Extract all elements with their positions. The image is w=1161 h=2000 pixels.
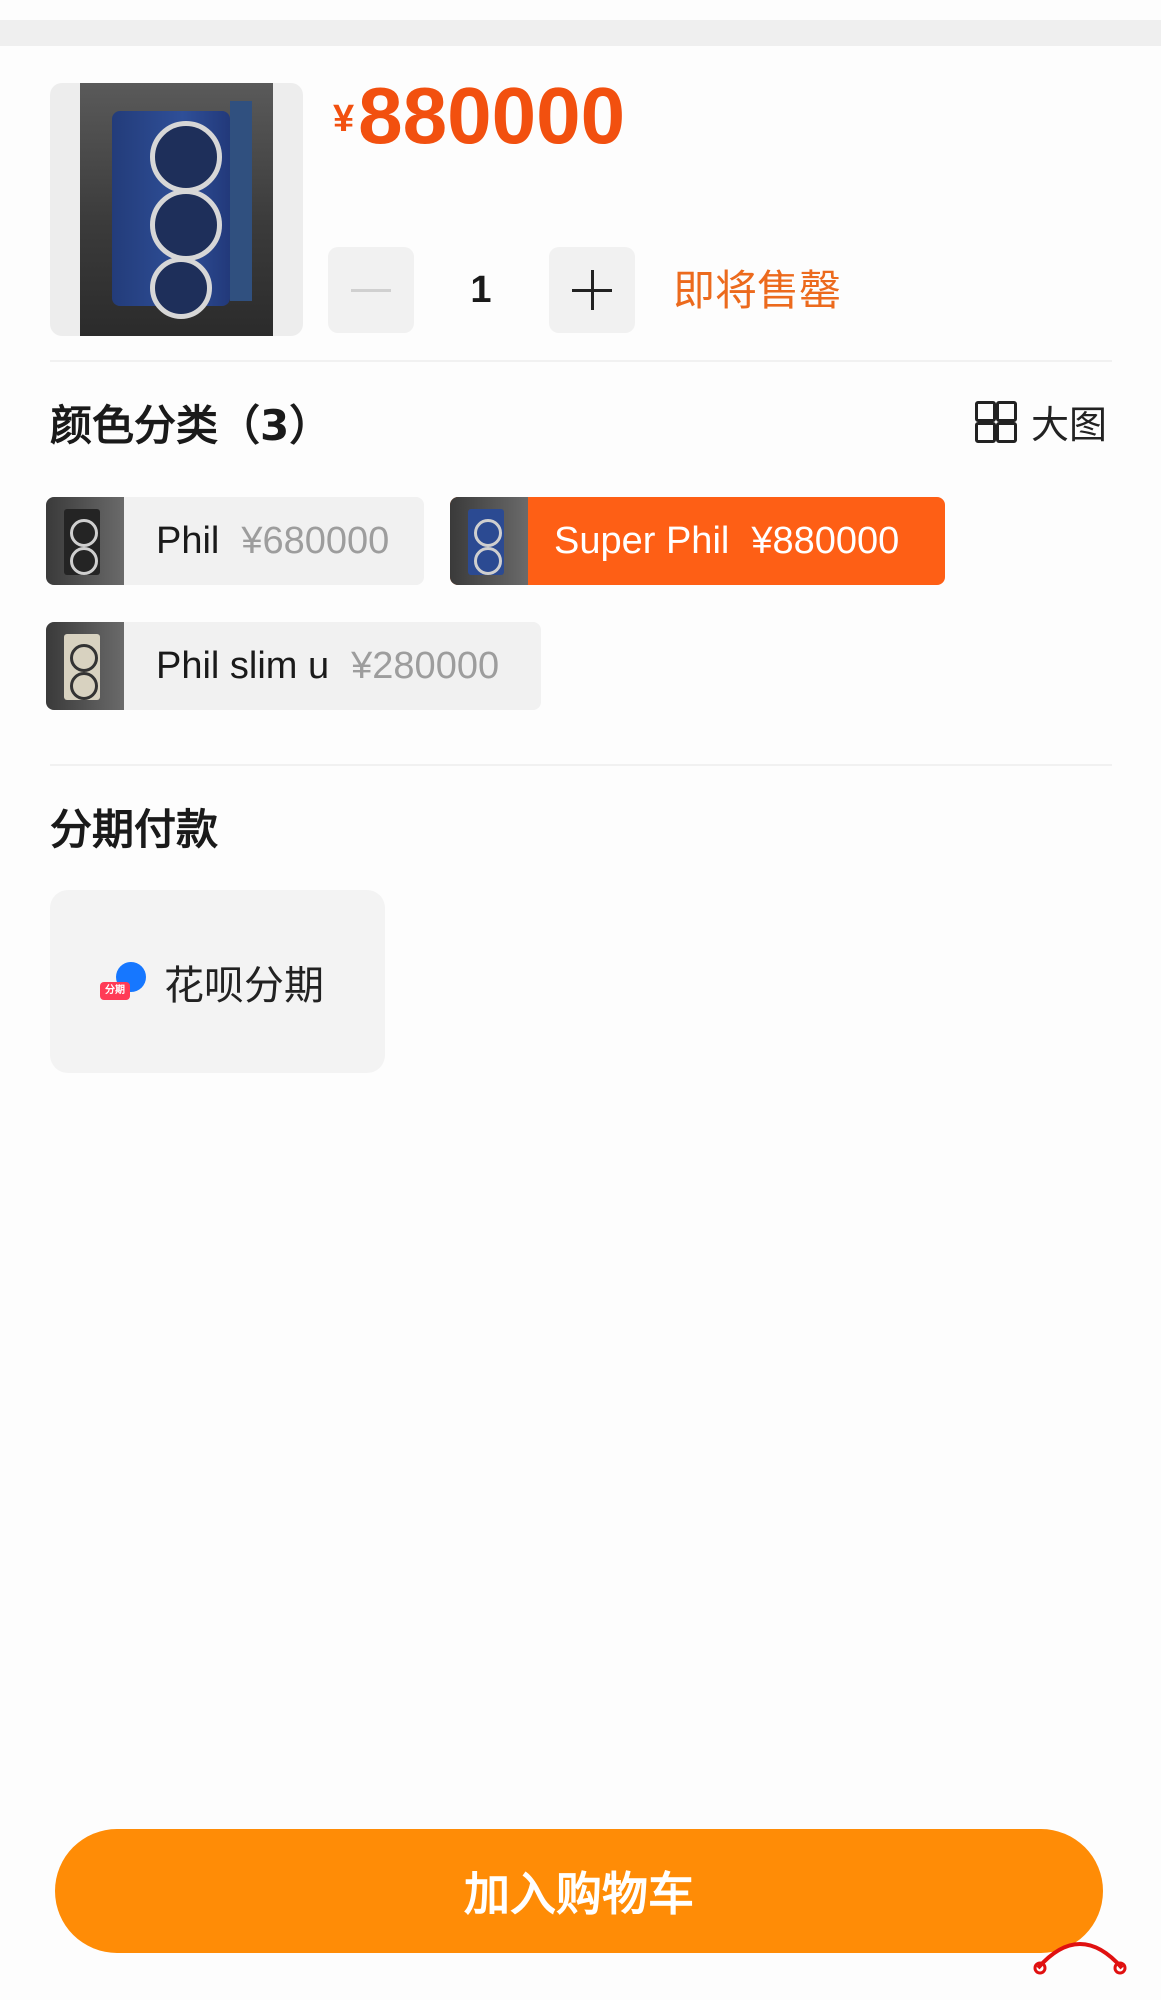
minus-icon bbox=[351, 288, 391, 292]
variant-name: Phil bbox=[156, 519, 220, 562]
price-value: 880000 bbox=[358, 71, 626, 160]
variant-price: ¥280000 bbox=[351, 644, 500, 687]
installment-option-label: 花呗分期 bbox=[164, 962, 324, 1009]
variant-option-super-phil[interactable]: Super Phil ¥880000 bbox=[450, 497, 945, 585]
huabei-installment-option[interactable]: 分期 花呗分期 bbox=[50, 890, 385, 1073]
big-image-label: 大图 bbox=[1031, 402, 1108, 447]
plus-icon bbox=[572, 270, 612, 310]
section-divider bbox=[50, 360, 1112, 362]
variant-thumbnail bbox=[46, 622, 124, 710]
stock-status-label: 即将售罄 bbox=[673, 266, 842, 315]
speaker-photo bbox=[80, 83, 273, 336]
add-to-cart-button[interactable]: 加入购物车 bbox=[55, 1829, 1103, 1953]
variant-option-phil[interactable]: Phil ¥680000 bbox=[46, 497, 424, 585]
installment-section-title: 分期付款 bbox=[50, 805, 219, 854]
variant-thumbnail bbox=[46, 497, 124, 585]
product-price: ¥880000 bbox=[333, 70, 625, 160]
installment-tag: 分期 bbox=[100, 981, 130, 1000]
grid-icon bbox=[975, 401, 1017, 443]
variant-thumbnail bbox=[450, 497, 528, 585]
quantity-decrease-button[interactable] bbox=[328, 247, 414, 333]
product-thumbnail[interactable] bbox=[50, 83, 303, 336]
watermark-logo-icon bbox=[1033, 1942, 1127, 1975]
variant-price: ¥680000 bbox=[241, 519, 390, 562]
variant-name: Phil slim u bbox=[156, 644, 330, 687]
quantity-increase-button[interactable] bbox=[549, 247, 635, 333]
currency-symbol: ¥ bbox=[333, 98, 355, 140]
variant-price: ¥880000 bbox=[751, 519, 900, 562]
variant-name: Super Phil bbox=[554, 519, 730, 562]
quantity-value[interactable]: 1 bbox=[414, 247, 548, 333]
top-status-strip bbox=[0, 20, 1161, 46]
section-divider bbox=[50, 764, 1112, 766]
variant-section-title: 颜色分类（3） bbox=[50, 401, 332, 450]
huabei-icon: 分期 bbox=[100, 961, 146, 1002]
variant-option-phil-slim-u[interactable]: Phil slim u ¥280000 bbox=[46, 622, 541, 710]
big-image-toggle[interactable]: 大图 bbox=[975, 396, 1108, 447]
